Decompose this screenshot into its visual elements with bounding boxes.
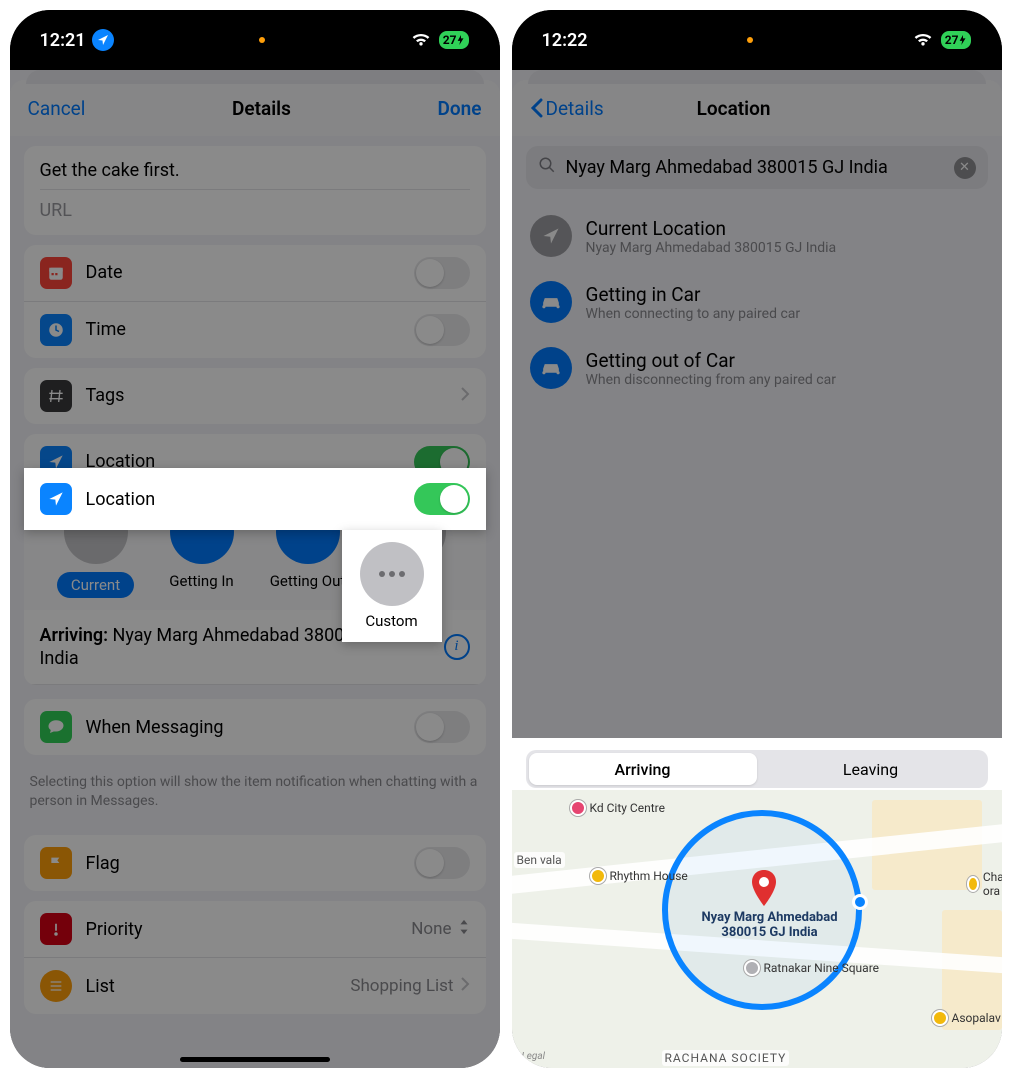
location-label: Location — [86, 489, 414, 510]
battery-level: 27 — [443, 33, 457, 47]
recording-dot-icon — [747, 37, 753, 43]
url-field[interactable]: URL — [24, 190, 486, 235]
car-icon — [530, 347, 572, 389]
status-bar: 12:22 27 — [512, 10, 1002, 70]
geofence-radius-handle[interactable] — [852, 894, 868, 910]
priority-value: None — [411, 919, 451, 939]
list-label: List — [86, 976, 351, 997]
chevron-right-icon — [460, 976, 470, 996]
flag-row[interactable]: Flag — [24, 835, 486, 891]
updown-icon — [458, 919, 470, 939]
map-pin-label: Nyay Marg Ahmedabad 380015 GJ India — [690, 910, 850, 942]
battery-indicator: 27 — [439, 31, 470, 49]
map-poi: Asopalav — [932, 1010, 1001, 1026]
phone-right: 12:22 27 Details Location — [512, 10, 1002, 1068]
location-arrow-icon — [40, 483, 72, 515]
clear-search-button[interactable]: ✕ — [954, 157, 976, 179]
time-row[interactable]: Time — [24, 302, 486, 358]
priority-label: Priority — [86, 919, 412, 940]
cancel-button[interactable]: Cancel — [28, 97, 86, 120]
search-input[interactable]: Nyay Marg Ahmedabad 380015 GJ India ✕ — [526, 146, 988, 189]
calendar-icon — [40, 257, 72, 289]
messages-icon — [40, 711, 72, 743]
page-title: Location — [544, 97, 924, 120]
chevron-left-icon — [530, 98, 544, 118]
search-value: Nyay Marg Ahmedabad 380015 GJ India — [566, 157, 944, 178]
messaging-hint: Selecting this option will show the item… — [10, 765, 500, 825]
tags-label: Tags — [86, 385, 460, 406]
list-value: Shopping List — [350, 976, 453, 996]
sheet-background-edge — [528, 70, 986, 84]
done-button[interactable]: Done — [438, 97, 482, 120]
flag-label: Flag — [86, 853, 414, 874]
location-suggestion-current[interactable]: Current Location Nyay Marg Ahmedabad 380… — [512, 203, 1002, 269]
flag-toggle[interactable] — [414, 847, 470, 879]
location-suggestion-in-car[interactable]: Getting in Car When connecting to any pa… — [512, 269, 1002, 335]
map-poi: Rhythm House — [590, 868, 688, 884]
hash-icon — [40, 380, 72, 412]
map-poi: Ratnakar Nine Square — [744, 960, 880, 976]
flag-icon — [40, 847, 72, 879]
suggestion-title: Getting in Car — [586, 283, 801, 306]
car-icon — [530, 281, 572, 323]
suggestion-subtitle: Nyay Marg Ahmedabad 380015 GJ India — [586, 240, 837, 256]
date-toggle[interactable] — [414, 257, 470, 289]
suggestion-title: Current Location — [586, 217, 837, 240]
sheet-background-edge — [26, 70, 484, 84]
segment-leaving[interactable]: Leaving — [757, 753, 985, 785]
suggestion-subtitle: When connecting to any paired car — [586, 306, 801, 322]
ellipsis-icon — [360, 542, 424, 606]
messaging-toggle[interactable] — [414, 711, 470, 743]
priority-row[interactable]: Priority None — [24, 901, 486, 958]
time-label: Time — [86, 319, 414, 340]
location-suggestion-out-car[interactable]: Getting out of Car When disconnecting fr… — [512, 335, 1002, 401]
status-time: 12:22 — [542, 30, 588, 51]
notes-field[interactable]: Get the cake first. — [24, 146, 486, 189]
wifi-icon — [411, 30, 431, 51]
clock-icon — [40, 314, 72, 346]
suggestion-subtitle: When disconnecting from any paired car — [586, 372, 837, 388]
suggestion-title: Getting out of Car — [586, 349, 837, 372]
time-toggle[interactable] — [414, 314, 470, 346]
list-icon — [40, 970, 72, 1002]
map-legal-link[interactable]: Legal — [522, 1051, 545, 1062]
map-label: Ben vala — [514, 852, 565, 868]
list-row[interactable]: List Shopping List — [24, 958, 486, 1014]
location-option-custom[interactable]: Custom — [342, 530, 442, 642]
chevron-right-icon — [460, 386, 470, 406]
wifi-icon — [913, 30, 933, 51]
messaging-label: When Messaging — [86, 717, 414, 738]
map-poi: Chand ora — [967, 870, 1002, 898]
location-row[interactable]: Location — [24, 468, 486, 530]
priority-icon — [40, 913, 72, 945]
phone-left: 12:21 27 Cancel Details Done Get the cak… — [10, 10, 500, 1068]
messaging-row[interactable]: When Messaging — [24, 699, 486, 755]
location-arrow-icon — [530, 215, 572, 257]
location-toggle[interactable] — [414, 483, 470, 515]
recording-dot-icon — [259, 37, 265, 43]
date-row[interactable]: Date — [24, 245, 486, 302]
segment-arriving[interactable]: Arriving — [529, 753, 757, 785]
map-pin-icon — [750, 870, 778, 914]
home-indicator — [180, 1057, 330, 1062]
location-services-icon — [92, 29, 114, 51]
battery-level: 27 — [945, 33, 959, 47]
status-bar: 12:21 27 — [10, 10, 500, 70]
custom-option-label: Custom — [365, 612, 417, 630]
battery-indicator: 27 — [941, 31, 972, 49]
info-icon[interactable]: i — [444, 634, 470, 660]
search-icon — [538, 156, 556, 179]
tags-row[interactable]: Tags — [24, 368, 486, 424]
date-label: Date — [86, 262, 414, 283]
status-time: 12:21 — [40, 30, 86, 51]
map-view[interactable]: Nyay Marg Ahmedabad 380015 GJ India Kd C… — [512, 790, 1002, 1068]
map-poi: Kd City Centre — [570, 800, 665, 816]
map-area-label: RACHANA SOCIETY — [662, 1050, 790, 1066]
page-title: Details — [85, 97, 437, 120]
